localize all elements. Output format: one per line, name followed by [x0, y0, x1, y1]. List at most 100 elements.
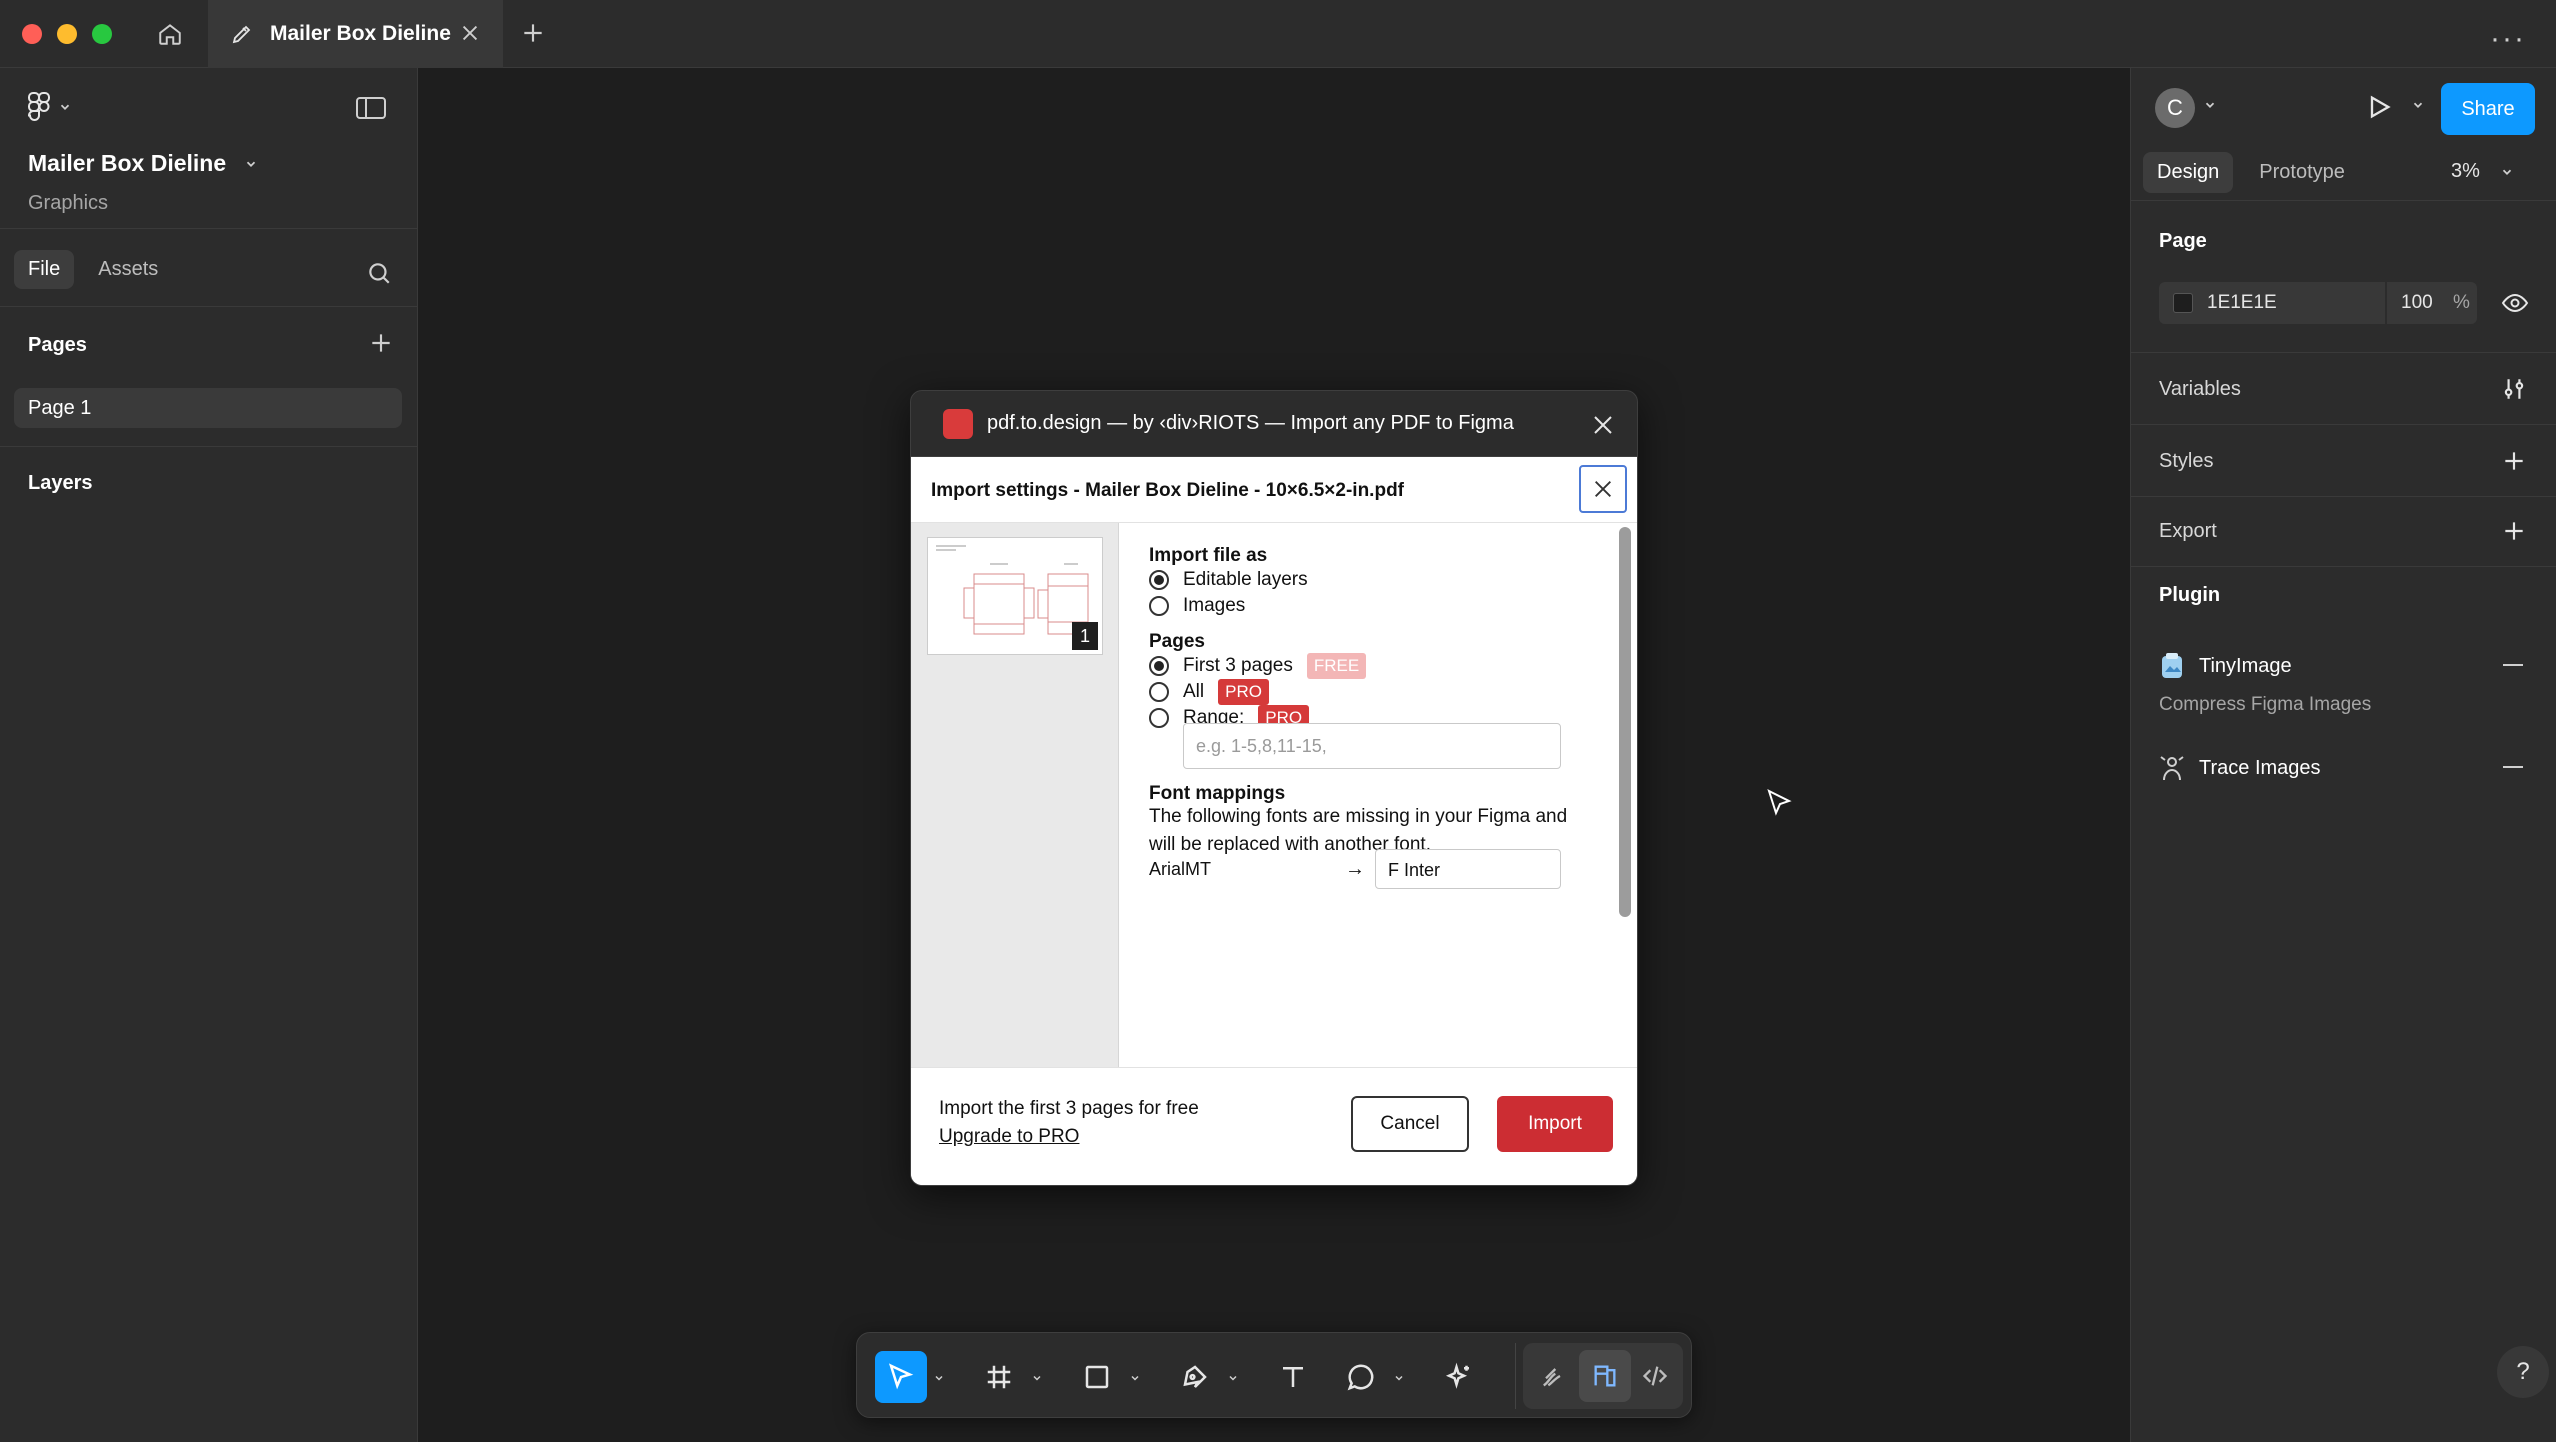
chevron-down-icon[interactable] [2411, 98, 2425, 117]
sidebar-icon [356, 97, 386, 119]
avatar[interactable]: C [2155, 88, 2195, 128]
share-button[interactable]: Share [2441, 83, 2535, 135]
code-icon [1642, 1366, 1668, 1386]
radio[interactable] [1149, 682, 1169, 702]
opacity-unit: % [2453, 292, 2470, 313]
comment-tool[interactable] [1335, 1351, 1387, 1403]
design-mode-button[interactable] [1579, 1350, 1631, 1402]
close-icon [462, 25, 478, 41]
actions-tool[interactable] [1433, 1351, 1485, 1403]
plugin-dialog-title: pdf.to.design — by ‹div›RIOTS — Import a… [987, 412, 1514, 434]
radio-checked[interactable] [1149, 570, 1169, 590]
color-swatch[interactable] [2173, 293, 2193, 313]
radio[interactable] [1149, 708, 1169, 728]
import-button[interactable]: Import [1497, 1096, 1613, 1152]
new-tab-button[interactable] [520, 20, 546, 51]
main-menu-button[interactable] [28, 92, 72, 122]
rectangle-tool[interactable] [1071, 1351, 1123, 1403]
move-tool[interactable] [875, 1351, 927, 1403]
free-import-note: Import the first 3 pages for free [939, 1098, 1199, 1119]
play-icon [2370, 95, 2391, 119]
home-button[interactable] [140, 14, 200, 54]
styles-title: Styles [2159, 450, 2214, 472]
divider [2131, 200, 2556, 201]
chevron-down-icon[interactable] [933, 1371, 945, 1389]
file-name-label: Mailer Box Dieline [28, 150, 227, 176]
add-page-button[interactable] [368, 330, 394, 361]
tab-prototype[interactable]: Prototype [2245, 152, 2359, 193]
cursor-icon [888, 1363, 914, 1390]
chevron-down-icon[interactable] [1129, 1371, 1141, 1389]
chevron-down-icon[interactable] [1393, 1371, 1405, 1389]
page-opacity[interactable]: 100 [2401, 292, 2453, 314]
arrow-right-icon: → [1345, 857, 1365, 880]
import-as-header: Import file as [1149, 545, 1268, 566]
right-panel: C Share Design Prototype 3% Page 1E1E1E … [2130, 68, 2556, 1442]
radio[interactable] [1149, 596, 1169, 616]
design-mode-icon [1594, 1365, 1616, 1387]
page-color-field[interactable]: 1E1E1E 100 % [2159, 282, 2477, 324]
tab-title: Mailer Box Dieline [270, 22, 451, 45]
option-first-3-pages[interactable]: First 3 pages FREE [1149, 653, 1367, 679]
help-button[interactable]: ? [2497, 1346, 2549, 1398]
more-options-button[interactable]: ··· [2490, 22, 2526, 56]
remove-plugin-button[interactable] [2503, 664, 2523, 666]
left-panel-tabs: File Assets [14, 250, 172, 289]
dialog-footer: Import the first 3 pages for free Upgrad… [911, 1067, 1637, 1185]
option-images[interactable]: Images [1149, 595, 1245, 617]
plugin-trace-images[interactable]: Trace Images [2159, 754, 2321, 782]
page-item[interactable]: Page 1 [14, 388, 402, 428]
pen-tool[interactable] [1169, 1351, 1221, 1403]
variables-button[interactable] [2501, 376, 2527, 407]
page-color-hex[interactable]: 1E1E1E [2207, 292, 2385, 314]
chevron-down-icon[interactable] [1031, 1371, 1043, 1389]
present-button[interactable] [2365, 92, 2393, 127]
visibility-toggle[interactable] [2501, 292, 2529, 319]
radio-checked[interactable] [1149, 656, 1169, 676]
add-style-button[interactable] [2501, 448, 2527, 479]
option-editable-layers[interactable]: Editable layers [1149, 569, 1308, 591]
dev-mode-button[interactable] [1629, 1350, 1681, 1402]
plugin-dialog-header[interactable]: pdf.to.design — by ‹div›RIOTS — Import a… [911, 391, 1637, 457]
zoom-dropdown[interactable]: 3% [2451, 160, 2514, 183]
trace-images-logo-icon [2160, 756, 2184, 781]
plugin-dialog: pdf.to.design — by ‹div›RIOTS — Import a… [910, 390, 1638, 1186]
replacement-font-select[interactable]: F Inter [1375, 849, 1561, 889]
zoom-level: 3% [2451, 160, 2480, 182]
draw-mode-button[interactable] [1527, 1350, 1579, 1402]
eye-icon [2501, 293, 2529, 313]
text-tool[interactable] [1267, 1351, 1319, 1403]
settings-scrollbar[interactable] [1619, 527, 1631, 917]
plugin-close-button[interactable] [1591, 413, 1615, 442]
add-export-button[interactable] [2501, 518, 2527, 549]
window-close-button[interactable] [22, 24, 42, 44]
tab-assets[interactable]: Assets [84, 250, 172, 289]
window-minimize-button[interactable] [57, 24, 77, 44]
project-name[interactable]: Graphics [28, 192, 108, 215]
remove-plugin-button[interactable] [2503, 766, 2523, 768]
window-maximize-button[interactable] [92, 24, 112, 44]
page-thumbnail[interactable]: 1 [927, 537, 1103, 655]
range-input[interactable]: e.g. 1-5,8,11-15, [1183, 723, 1561, 769]
option-all-pages[interactable]: All PRO [1149, 679, 1269, 705]
upgrade-link[interactable]: Upgrade to PRO [939, 1126, 1079, 1148]
tab-close-button[interactable] [459, 22, 481, 49]
free-badge: FREE [1306, 653, 1367, 679]
close-icon [1595, 481, 1611, 497]
file-tab[interactable]: Mailer Box Dieline [208, 0, 503, 68]
tab-design[interactable]: Design [2143, 152, 2234, 193]
sidebar-toggle-button[interactable] [356, 96, 386, 125]
settings-close-button[interactable] [1579, 465, 1627, 513]
chevron-down-icon[interactable] [2203, 98, 2217, 117]
chevron-down-icon[interactable] [1227, 1371, 1239, 1389]
plugin-tinyimage[interactable]: TinyImage [2159, 652, 2292, 680]
close-icon [1594, 416, 1612, 434]
search-button[interactable] [366, 260, 392, 291]
tab-file[interactable]: File [14, 250, 75, 289]
pen-icon [1183, 1365, 1207, 1388]
file-name[interactable]: Mailer Box Dieline [28, 150, 258, 177]
mode-group [1523, 1343, 1683, 1409]
cancel-button[interactable]: Cancel [1351, 1096, 1469, 1152]
settings-form: Import file as Editable layers Images Pa… [1119, 523, 1637, 1067]
frame-tool[interactable] [973, 1351, 1025, 1403]
